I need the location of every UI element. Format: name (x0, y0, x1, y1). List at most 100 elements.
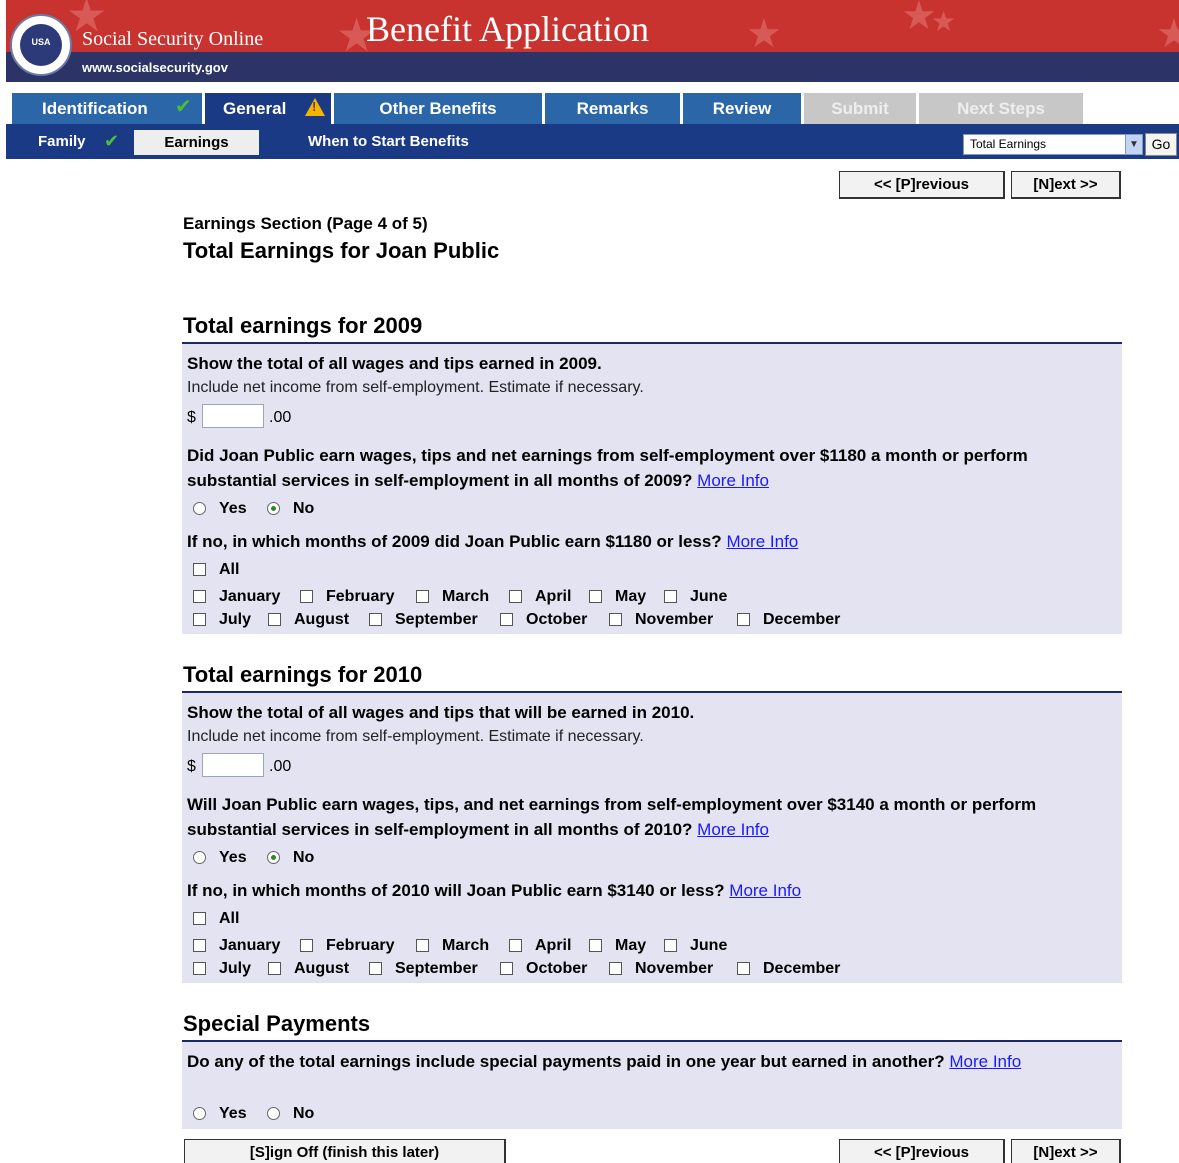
earnings-2009-title: Total earnings for 2009 (183, 313, 423, 338)
ssa-seal-logo[interactable]: USA (10, 14, 72, 76)
section-jump-select[interactable]: Total Earnings ▼ (963, 134, 1143, 155)
checkbox-november-2009[interactable] (609, 613, 622, 626)
checkbox-january-2010[interactable] (193, 939, 206, 952)
checkbox-january-2009[interactable] (193, 590, 206, 603)
subtab-label: Earnings (164, 134, 229, 151)
checkbox-march-2009[interactable] (416, 590, 429, 603)
more-info-link[interactable]: More Info (949, 1052, 1021, 1071)
chevron-down-icon[interactable]: ▼ (1125, 135, 1142, 154)
checkbox-all-2010[interactable] (193, 912, 206, 925)
threshold-question-text: Will Joan Public earn wages, tips, and n… (187, 795, 1037, 839)
checkbox-july-2010[interactable] (193, 962, 206, 975)
seal-text: USA (31, 37, 51, 47)
star-decoration-icon: ★ (931, 5, 957, 38)
site-url[interactable]: www.socialsecurity.gov (82, 60, 228, 75)
checkbox-september-2009[interactable] (369, 613, 382, 626)
checkbox-december-2010[interactable] (737, 962, 750, 975)
radio-yes-2009[interactable] (193, 502, 206, 515)
checkbox-february-2009[interactable] (300, 590, 313, 603)
month-label: December (763, 611, 841, 628)
wage-hint-2009: Include net income from self-employment.… (187, 379, 644, 396)
subsection-bar: Family ✔ Earnings When to Start Benefits… (6, 124, 1179, 159)
more-info-link[interactable]: More Info (697, 471, 769, 490)
subtab-family[interactable]: Family ✔ (38, 124, 128, 159)
month-label: March (442, 588, 490, 605)
checkbox-label-all: All (219, 910, 240, 927)
more-info-link[interactable]: More Info (726, 532, 798, 551)
radio-no-2010[interactable] (267, 851, 280, 864)
special-payments-title: Special Payments (183, 1011, 371, 1036)
checkbox-june-2010[interactable] (664, 939, 677, 952)
tab-general[interactable]: General ! (205, 93, 331, 124)
subtab-label: When to Start Benefits (308, 133, 469, 150)
app-title: Benefit Application (366, 9, 649, 49)
threshold-question-2009: Did Joan Public earn wages, tips and net… (187, 443, 1107, 493)
sign-off-button[interactable]: [S]ign Off (finish this later) (184, 1139, 506, 1163)
checkbox-march-2010[interactable] (416, 939, 429, 952)
tab-remarks[interactable]: Remarks (545, 93, 680, 124)
checkbox-december-2009[interactable] (737, 613, 750, 626)
radio-no-special[interactable] (267, 1107, 280, 1120)
more-info-link[interactable]: More Info (697, 820, 769, 839)
radio-yes-2010[interactable] (193, 851, 206, 864)
radio-yes-special[interactable] (193, 1107, 206, 1120)
month-label: April (535, 588, 572, 605)
more-info-link-part: More (949, 1052, 989, 1071)
months-question-2009: If no, in which months of 2009 did Joan … (187, 529, 1107, 554)
checkbox-all-2009[interactable] (193, 563, 206, 576)
checkmark-icon: ✔ (104, 131, 120, 151)
warning-icon: ! (305, 98, 325, 116)
previous-button-bottom[interactable]: << [P]revious (839, 1139, 1005, 1163)
brand-name[interactable]: Social Security Online (82, 28, 263, 51)
currency-symbol: $ (187, 409, 196, 426)
earnings-2010-title: Total earnings for 2010 (183, 662, 423, 687)
tab-other-benefits[interactable]: Other Benefits (334, 93, 542, 124)
next-button-top[interactable]: [N]ext >> (1011, 171, 1121, 199)
section-caption: Earnings Section (Page 4 of 5) (183, 214, 428, 233)
star-decoration-icon: ★ (746, 11, 782, 52)
tab-identification[interactable]: Identification ✔ (12, 93, 202, 124)
seal-emblem-icon: USA (20, 24, 62, 66)
radio-label-yes: Yes (219, 849, 247, 866)
checkbox-september-2010[interactable] (369, 962, 382, 975)
month-label: December (763, 960, 841, 977)
checkbox-label-all: All (219, 561, 240, 578)
month-label: May (615, 937, 647, 954)
checkbox-october-2010[interactable] (500, 962, 513, 975)
next-button-bottom[interactable]: [N]ext >> (1011, 1139, 1121, 1163)
checkbox-july-2009[interactable] (193, 613, 206, 626)
radio-label-no: No (293, 849, 315, 866)
checkbox-november-2010[interactable] (609, 962, 622, 975)
checkbox-may-2010[interactable] (589, 939, 602, 952)
subtab-when-to-start-benefits[interactable]: When to Start Benefits (308, 124, 508, 159)
tab-label: General (223, 99, 287, 118)
month-label: January (219, 937, 281, 954)
month-label: August (294, 960, 350, 977)
earnings-2010-amount-input[interactable] (202, 753, 264, 777)
month-label: February (326, 588, 395, 605)
more-info-link[interactable]: More Info (729, 881, 801, 900)
radio-no-2009[interactable] (267, 502, 280, 515)
checkbox-august-2009[interactable] (268, 613, 281, 626)
earnings-2009-amount-input[interactable] (202, 404, 264, 428)
checkbox-june-2009[interactable] (664, 590, 677, 603)
special-payments-question: Do any of the total earnings include spe… (187, 1049, 1107, 1074)
previous-button-top[interactable]: << [P]revious (839, 171, 1005, 199)
checkbox-may-2009[interactable] (589, 590, 602, 603)
checkmark-icon: ✔ (175, 96, 192, 118)
tab-review[interactable]: Review (683, 93, 801, 124)
month-label: October (526, 611, 588, 628)
checkbox-april-2010[interactable] (509, 939, 522, 952)
go-button[interactable]: Go (1145, 133, 1177, 156)
wage-question-2009: Show the total of all wages and tips ear… (187, 354, 602, 373)
star-decoration-icon: ★ (1156, 11, 1179, 52)
checkbox-august-2010[interactable] (268, 962, 281, 975)
site-header: ★ ★ ★ ★ ★ ★ Benefit Application USA Soci… (0, 0, 1179, 82)
subtab-earnings[interactable]: Earnings (134, 130, 259, 155)
tab-next-steps: Next Steps (919, 93, 1083, 124)
checkbox-april-2009[interactable] (509, 590, 522, 603)
checkbox-october-2009[interactable] (500, 613, 513, 626)
month-label: July (219, 960, 252, 977)
tab-label: Identification (42, 99, 148, 118)
checkbox-february-2010[interactable] (300, 939, 313, 952)
